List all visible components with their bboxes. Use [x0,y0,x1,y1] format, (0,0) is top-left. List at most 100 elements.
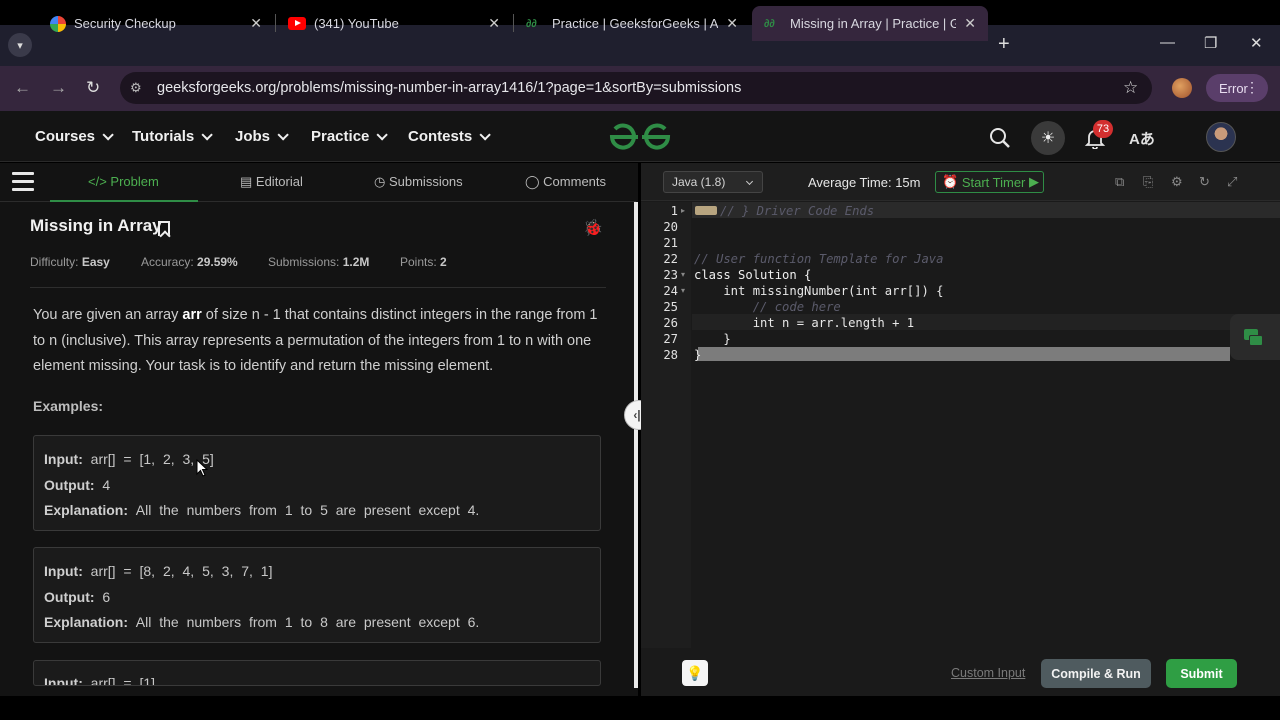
menu-jobs[interactable]: Jobs [235,128,289,145]
examples-heading: Examples: [33,398,104,414]
fold-arrow-icon[interactable]: ▸ [681,206,685,215]
tab-title: (341) YouTube [314,16,399,31]
close-icon[interactable]: ✕ [488,15,500,32]
menu-label: Courses [35,128,96,145]
line-number: 24 [663,284,678,298]
code-line: } [694,348,702,362]
tab-youtube[interactable]: (341) YouTube ✕ [276,6,512,41]
difficulty: Difficulty: Easy [30,255,110,269]
line-number: 22 [663,252,678,266]
line-number: 21 [663,236,678,250]
line-number: 23 [663,268,678,282]
code-line: int missingNumber(int arr[]) { [694,284,944,298]
tab-submissions[interactable]: ◷ Submissions [374,174,463,190]
tab-missing-in-array[interactable]: ∂∂ Missing in Array | Practice | Gee ✕ [752,6,988,41]
tab-comments[interactable]: ◯ Comments [525,174,606,190]
menu-practice[interactable]: Practice [311,128,389,145]
tab-label: Editorial [255,174,303,189]
close-icon[interactable]: ✕ [726,15,738,32]
site-info-icon[interactable]: ⚙ [130,80,146,96]
code-line: // } Driver Code Ends [720,204,875,218]
settings-icon[interactable]: ⚙ [1171,174,1183,190]
comment-icon: ◯ [525,174,544,189]
problem-title: Missing in Array [30,216,162,235]
fold-arrow-icon[interactable]: ▾ [681,286,685,295]
restore-icon[interactable]: ❐ [1204,34,1217,52]
lightbulb-icon[interactable]: 💡 [682,660,708,686]
close-icon[interactable]: ✕ [964,15,976,32]
minimize-icon[interactable]: — [1160,34,1175,51]
gfg-logo[interactable] [608,122,672,152]
code-line: // code here [694,300,841,314]
report-bug-icon[interactable]: 🐞 [583,218,603,238]
tab-label: Comments [543,174,607,189]
tab-editorial[interactable]: ▤ Editorial [240,174,303,190]
google-icon [50,15,66,32]
new-tab-icon[interactable]: + [998,33,1010,56]
tab-security-checkup[interactable]: Security Checkup ✕ [38,6,274,41]
line-number: 26 [663,316,678,330]
start-timer-button[interactable]: ⏰ Start Timer ▶ [935,171,1044,193]
alarm-icon: ⏰ [942,174,962,189]
menu-contests[interactable]: Contests [408,128,491,145]
timer-label: Start Timer [961,174,1026,190]
profile-status: Error [1219,80,1248,96]
back-icon[interactable]: ← [14,78,31,98]
tab-search-button[interactable]: ▾ [8,33,32,57]
bookmark-star-icon[interactable]: ☆ [1123,78,1138,98]
code-line: } [694,332,731,346]
selection-highlight [698,347,1230,361]
active-tab-indicator [50,200,198,202]
fold-marker-icon[interactable] [695,206,717,215]
custom-input-link[interactable]: Custom Input [951,666,1025,680]
forward-icon[interactable]: → [50,78,67,98]
hamburger-menu-icon[interactable] [12,172,34,196]
play-icon: ▶ [1025,174,1039,189]
chat-icon[interactable] [1230,314,1280,360]
compile-run-button[interactable]: Compile & Run [1041,659,1151,688]
theme-toggle-icon[interactable]: ☀ [1031,121,1065,155]
tab-label: Submissions [388,174,463,189]
avatar[interactable] [1206,122,1236,152]
menu-label: Tutorials [132,128,195,145]
translate-icon[interactable]: Aあ [1129,128,1155,149]
language-select[interactable]: Java (1.8) [663,171,763,193]
url-text: geeksforgeeks.org/problems/missing-numbe… [157,80,742,96]
gfg-icon: ∂∂ [526,17,537,30]
code-line: // User function Template for Java [694,252,944,266]
window-close-icon[interactable]: ✕ [1250,34,1263,52]
submit-button[interactable]: Submit [1166,659,1237,688]
menu-tutorials[interactable]: Tutorials [132,128,214,145]
line-number: 1 [670,204,678,218]
tab-title: Missing in Array | Practice | Gee [790,16,957,31]
export-icon[interactable]: ⎘ [1143,174,1153,190]
reload-icon[interactable]: ↻ [86,78,100,98]
fullscreen-icon[interactable]: ⤢ [1227,174,1237,190]
tab-title: Practice | GeeksforGeeks | A cor [552,16,718,31]
more-icon: ⋮ [1245,79,1259,95]
mouse-cursor-icon [196,459,208,477]
search-icon[interactable] [989,127,1011,149]
bookmark-icon[interactable] [158,221,170,236]
average-time: Average Time: 15m [808,175,921,190]
code-line: class Solution { [694,268,812,282]
profile-error-button[interactable]: Error ⋮ [1206,74,1268,102]
menu-courses[interactable]: Courses [35,128,114,145]
extension-icon[interactable] [1172,78,1192,98]
tab-problem[interactable]: </> Problem [88,174,159,189]
code-line: int n = arr.length + 1 [694,316,915,330]
reset-icon[interactable]: ↻ [1199,174,1210,190]
tab-gfg-practice[interactable]: ∂∂ Practice | GeeksforGeeks | A cor ✕ [514,6,750,41]
tab-title: Security Checkup [74,16,176,31]
menu-label: Practice [311,128,370,145]
clock-icon: ◷ [374,174,389,189]
fold-arrow-icon[interactable]: ▾ [681,270,685,279]
menu-label: Jobs [235,128,271,145]
line-number: 27 [663,332,678,346]
copy-icon[interactable]: ⧉ [1115,174,1124,190]
example-box: Input: arr[] = [8, 2, 4, 5, 3, 7, 1] Out… [33,547,601,643]
menu-label: Contests [408,128,473,145]
line-number: 28 [663,348,678,362]
panel-splitter[interactable] [634,202,638,688]
close-icon[interactable]: ✕ [250,15,262,32]
